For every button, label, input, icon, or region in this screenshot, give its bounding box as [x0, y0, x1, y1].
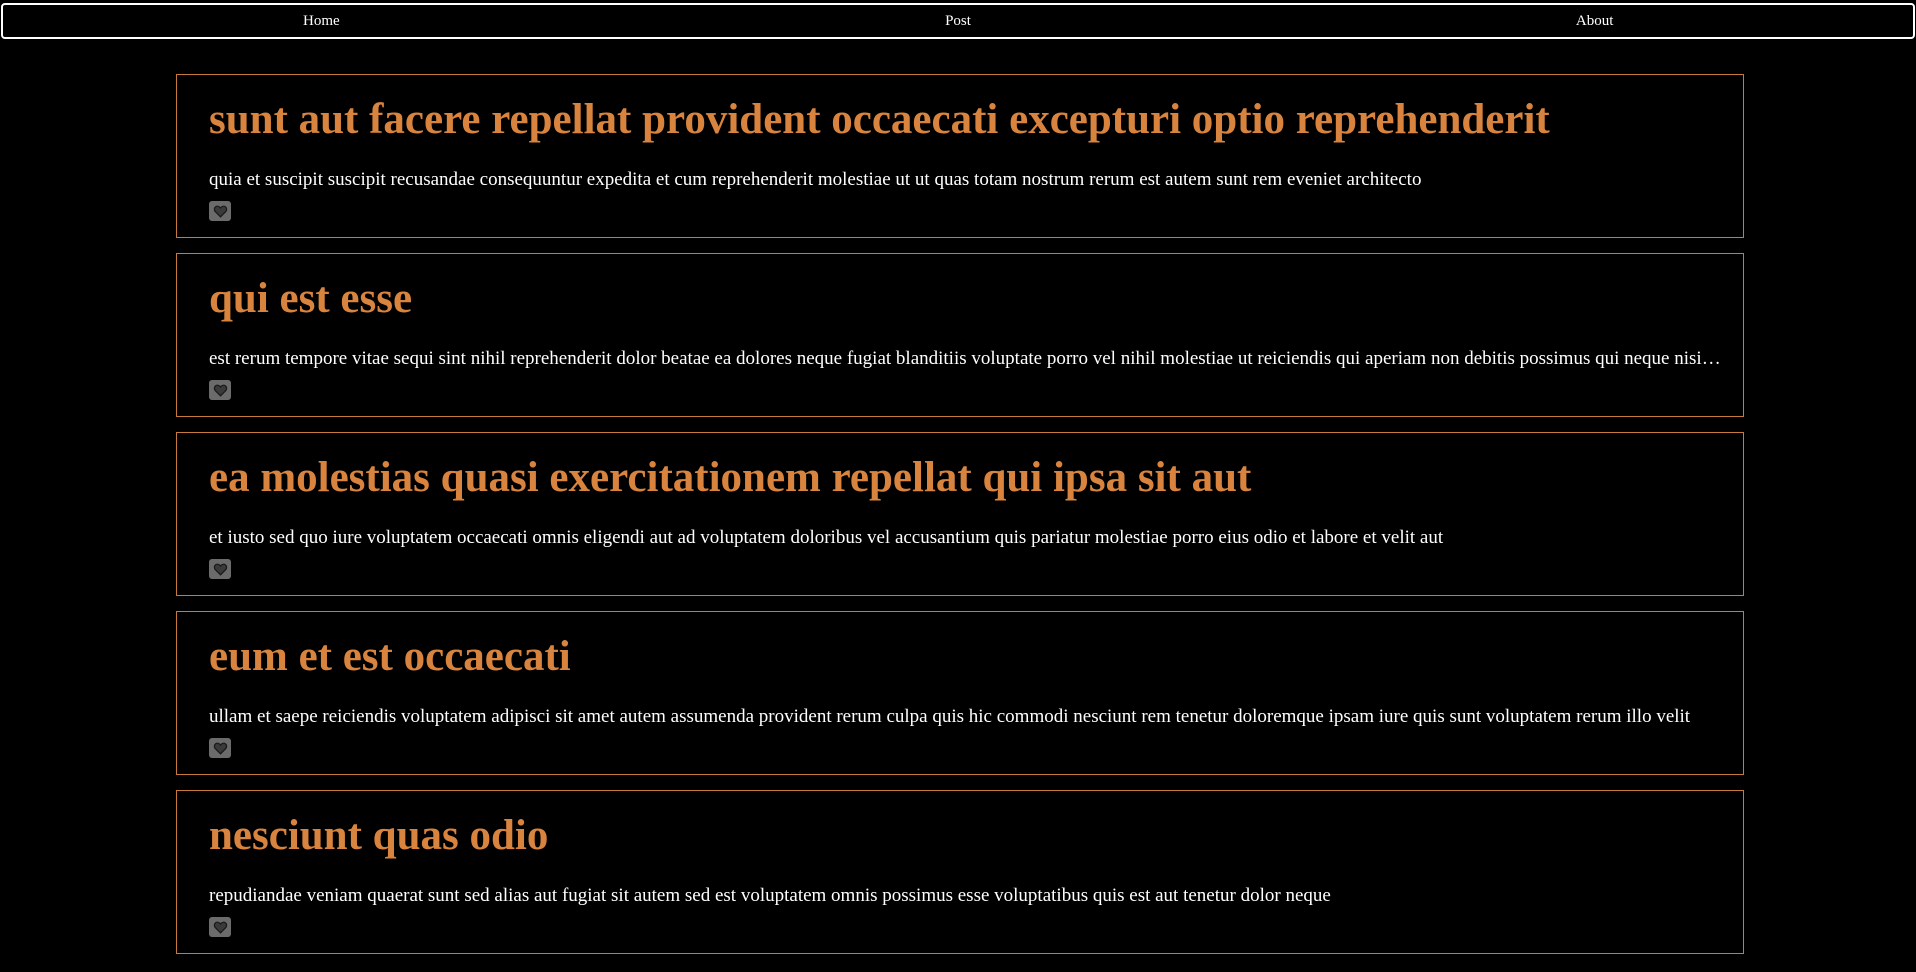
- heart-icon: [213, 563, 227, 576]
- post-card: qui est esse est rerum tempore vitae seq…: [176, 253, 1744, 417]
- heart-icon: [213, 205, 227, 218]
- post-list: sunt aut facere repellat provident occae…: [176, 74, 1744, 969]
- post-card: ea molestias quasi exercitationem repell…: [176, 432, 1744, 596]
- like-button[interactable]: [209, 201, 231, 221]
- post-title: qui est esse: [209, 275, 413, 322]
- post-body: est rerum tempore vitae sequi sint nihil…: [209, 348, 1725, 369]
- post-body: quia et suscipit suscipit recusandae con…: [209, 169, 1422, 190]
- like-button[interactable]: [209, 917, 231, 937]
- like-button[interactable]: [209, 559, 231, 579]
- nav-about-link[interactable]: About: [1276, 13, 1913, 30]
- nav-home-link[interactable]: Home: [3, 13, 640, 30]
- heart-icon: [213, 921, 227, 934]
- post-title: nesciunt quas odio: [209, 812, 549, 859]
- heart-icon: [213, 384, 227, 397]
- post-body: repudiandae veniam quaerat sunt sed alia…: [209, 885, 1331, 906]
- post-title: sunt aut facere repellat provident occae…: [209, 96, 1550, 143]
- heart-icon: [213, 742, 227, 755]
- top-navbar: Home Post About: [1, 3, 1915, 39]
- nav-post-link[interactable]: Post: [640, 13, 1277, 30]
- post-body: et iusto sed quo iure voluptatem occaeca…: [209, 527, 1444, 548]
- post-title: eum et est occaecati: [209, 633, 571, 680]
- post-card: eum et est occaecati ullam et saepe reic…: [176, 611, 1744, 775]
- post-title: ea molestias quasi exercitationem repell…: [209, 454, 1252, 501]
- like-button[interactable]: [209, 738, 231, 758]
- post-card: nesciunt quas odio repudiandae veniam qu…: [176, 790, 1744, 954]
- post-card: sunt aut facere repellat provident occae…: [176, 74, 1744, 238]
- like-button[interactable]: [209, 380, 231, 400]
- post-body: ullam et saepe reiciendis voluptatem adi…: [209, 706, 1691, 727]
